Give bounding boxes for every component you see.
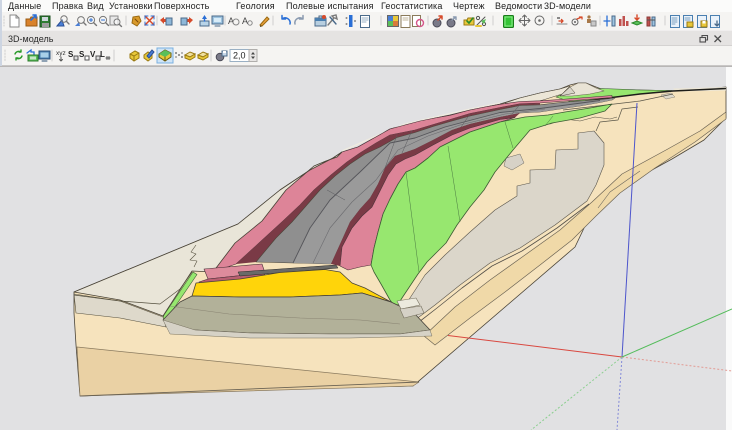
svg-text:A: A bbox=[242, 16, 248, 26]
svg-text:S: S bbox=[68, 50, 74, 59]
svg-text:xyz: xyz bbox=[56, 50, 66, 57]
svg-text:2,0: 2,0 bbox=[233, 51, 246, 61]
svg-text:S: S bbox=[79, 50, 85, 59]
svg-text:L: L bbox=[100, 50, 105, 59]
svg-text:V: V bbox=[90, 50, 96, 59]
